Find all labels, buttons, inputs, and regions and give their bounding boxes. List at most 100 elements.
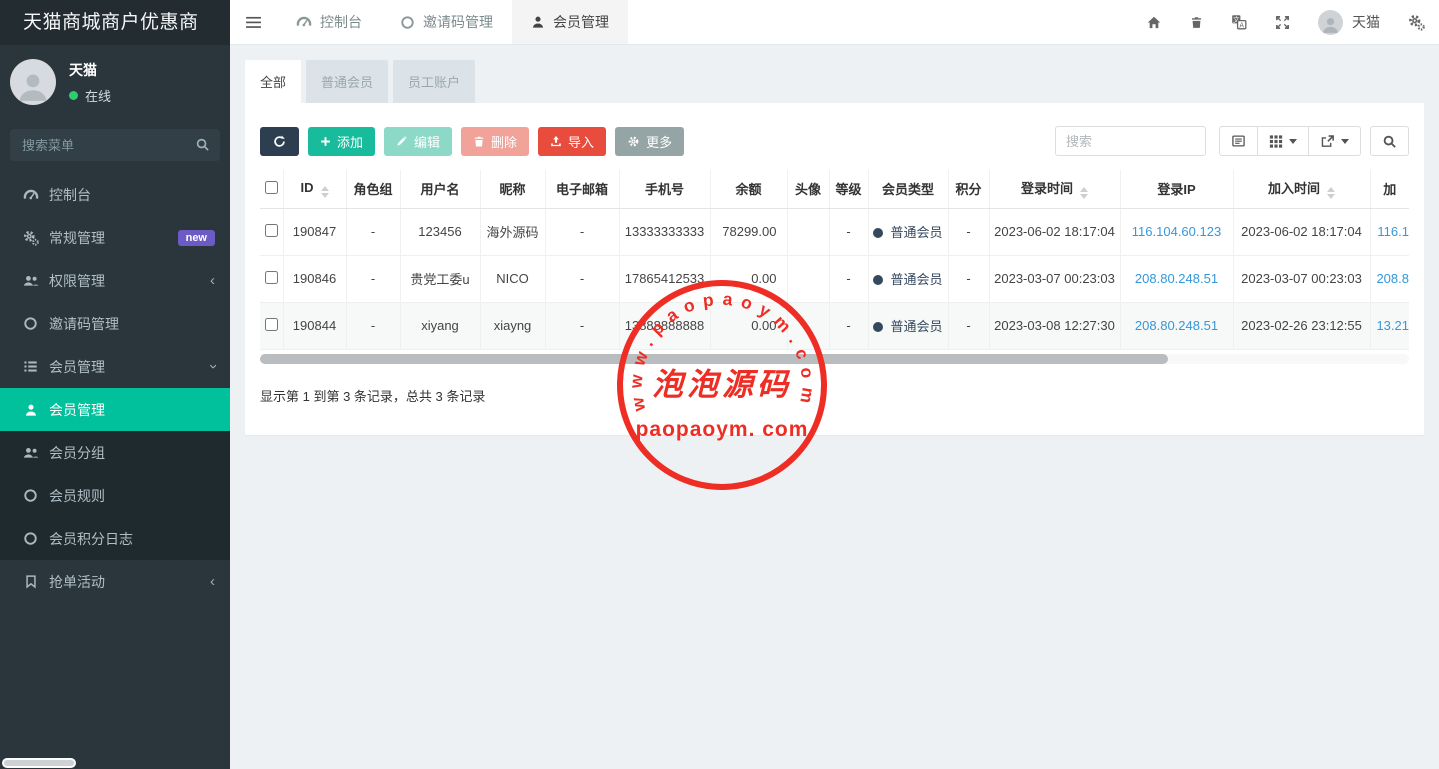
table-row: 190846 - 贵党工委u NICO - 17865412533 0.00 -… <box>260 255 1409 302</box>
more-button[interactable]: 更多 <box>615 127 684 156</box>
col-username: 用户名 <box>400 170 480 208</box>
view-button-group <box>1219 126 1361 156</box>
navbar-user-menu[interactable]: 天猫 <box>1304 10 1394 35</box>
columns-button[interactable] <box>1257 126 1309 156</box>
sidebar-item-auth[interactable]: 权限管理 ‹ <box>0 259 230 302</box>
select-all-checkbox[interactable] <box>265 181 278 194</box>
cell-login-ip[interactable]: 208.80.248.51 <box>1120 255 1233 302</box>
col-id[interactable]: ID <box>283 170 346 208</box>
col-level: 等级 <box>829 170 868 208</box>
cell-login-ip[interactable]: 208.80.248.51 <box>1120 302 1233 349</box>
chevron-down-icon: ‹ <box>205 364 220 369</box>
home-button[interactable] <box>1132 15 1176 30</box>
toolbar: 添加 编辑 删除 导入 更多 <box>260 126 1409 156</box>
settings-button[interactable] <box>1394 14 1439 31</box>
sidebar-item-member-rule[interactable]: 会员规则 <box>0 474 230 517</box>
cell-join-time: 2023-06-02 18:17:04 <box>1233 208 1370 255</box>
fullscreen-button[interactable] <box>1261 15 1304 30</box>
clear-cache-button[interactable] <box>1176 15 1217 30</box>
cell-id: 190846 <box>283 255 346 302</box>
navtab-member[interactable]: 会员管理 <box>512 0 628 44</box>
sidebar-item-member-group[interactable]: 会员分组 <box>0 431 230 474</box>
col-join-time[interactable]: 加入时间 <box>1233 170 1370 208</box>
export-button[interactable] <box>1308 126 1361 156</box>
cell-join-ip[interactable]: 116.1 <box>1370 208 1409 255</box>
cell-member-type: 普通会员 <box>868 255 948 302</box>
horizontal-scrollbar-thumb[interactable] <box>260 354 1168 364</box>
sidebar-search-input[interactable] <box>10 129 220 161</box>
caret-down-icon <box>1341 139 1349 144</box>
cell-balance: 0.00 <box>710 302 787 349</box>
main-content: 全部 普通会员 员工账户 添加 编辑 <box>230 45 1439 769</box>
cell-role: - <box>346 208 400 255</box>
sidebar-menu: 控制台 常规管理 new 权限管理 ‹ 邀请码管理 会员管理 ‹ <box>0 173 230 388</box>
row-checkbox[interactable] <box>265 318 278 331</box>
sidebar-scrollbar-thumb[interactable] <box>2 758 76 768</box>
sidebar-item-member-score-log[interactable]: 会员积分日志 <box>0 517 230 560</box>
avatar <box>1318 10 1343 35</box>
sidebar-item-order-activity[interactable]: 抢单活动 ‹ <box>0 560 230 603</box>
cell-balance: 0.00 <box>710 255 787 302</box>
cell-mobile: 13333333333 <box>619 208 710 255</box>
detail-view-button[interactable] <box>1219 126 1258 156</box>
navtab-dashboard[interactable]: 控制台 <box>277 0 381 44</box>
cell-join-ip[interactable]: 13.21 <box>1370 302 1409 349</box>
sidebar-item-general[interactable]: 常规管理 new <box>0 216 230 259</box>
col-join-ip: 加 <box>1370 170 1409 208</box>
cell-join-ip[interactable]: 208.8 <box>1370 255 1409 302</box>
sidebar-item-dashboard[interactable]: 控制台 <box>0 173 230 216</box>
cell-id: 190847 <box>283 208 346 255</box>
col-mobile: 手机号 <box>619 170 710 208</box>
advanced-search-button[interactable] <box>1370 126 1409 156</box>
tab-staff-account[interactable]: 员工账户 <box>393 60 475 103</box>
sidebar-item-member[interactable]: 会员管理 <box>0 388 230 431</box>
refresh-button[interactable] <box>260 127 299 156</box>
navtab-invite[interactable]: 邀请码管理 <box>381 0 512 44</box>
search-icon[interactable] <box>195 137 210 152</box>
list-alt-icon <box>1231 134 1246 148</box>
pencil-icon <box>396 135 408 147</box>
sidebar-toggle-button[interactable] <box>230 0 277 44</box>
language-button[interactable]: 文A <box>1217 14 1261 30</box>
hamburger-icon <box>246 16 261 29</box>
edit-button[interactable]: 编辑 <box>384 127 452 156</box>
table-row: 190844 - xiyang xiayng - 13888888888 0.0… <box>260 302 1409 349</box>
chevron-left-icon: ‹ <box>210 574 215 589</box>
add-button[interactable]: 添加 <box>308 127 375 156</box>
svg-text:A: A <box>1239 21 1244 29</box>
table-search-input[interactable] <box>1055 126 1206 156</box>
trash-icon <box>1190 15 1203 30</box>
col-avatar: 头像 <box>787 170 829 208</box>
user-status: 在线 <box>69 86 111 105</box>
col-member-type: 会员类型 <box>868 170 948 208</box>
speedometer-icon <box>296 14 312 30</box>
row-checkbox[interactable] <box>265 271 278 284</box>
cell-level: - <box>829 208 868 255</box>
sidebar-submenu: 会员管理 会员分组 会员规则 会员积分日志 <box>0 388 230 560</box>
type-dot-icon <box>873 275 883 285</box>
person-icon <box>16 67 50 105</box>
tab-all[interactable]: 全部 <box>245 60 301 103</box>
grid-icon <box>1269 134 1283 148</box>
horizontal-scrollbar <box>260 354 1409 364</box>
expand-icon <box>1275 15 1290 30</box>
person-icon <box>1321 14 1340 35</box>
sidebar: 天猫商城商户优惠商 天猫 在线 控制台 常 <box>0 0 230 769</box>
sort-icon <box>1327 187 1335 199</box>
delete-button[interactable]: 删除 <box>461 127 529 156</box>
sidebar-item-member-parent[interactable]: 会员管理 ‹ <box>0 345 230 388</box>
row-checkbox[interactable] <box>265 224 278 237</box>
circle-icon <box>22 531 39 546</box>
col-login-time[interactable]: 登录时间 <box>989 170 1120 208</box>
sidebar-item-invite[interactable]: 邀请码管理 <box>0 302 230 345</box>
user-name: 天猫 <box>69 60 111 80</box>
person-icon <box>531 15 545 29</box>
cell-mobile: 13888888888 <box>619 302 710 349</box>
import-button[interactable]: 导入 <box>538 127 606 156</box>
tab-normal-member[interactable]: 普通会员 <box>306 60 388 103</box>
cell-member-type: 普通会员 <box>868 302 948 349</box>
cell-login-ip[interactable]: 116.104.60.123 <box>1120 208 1233 255</box>
sidebar-user-panel: 天猫 在线 <box>0 45 230 115</box>
sort-icon <box>1080 187 1088 199</box>
circle-icon <box>22 316 39 331</box>
